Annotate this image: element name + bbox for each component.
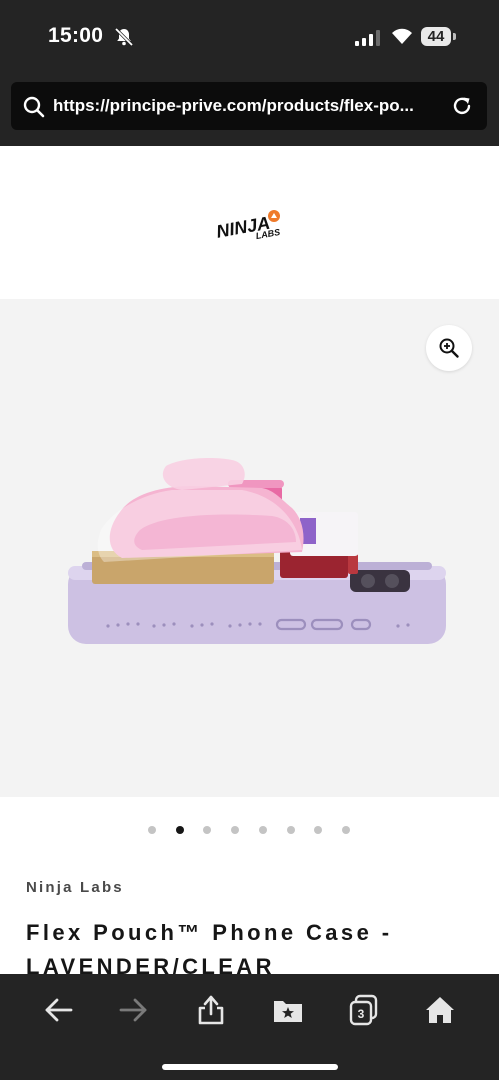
reload-icon[interactable] (451, 95, 473, 117)
carousel-dot[interactable] (231, 826, 239, 834)
search-icon (23, 96, 45, 118)
zoom-button[interactable] (426, 325, 472, 371)
browser-bottom-bar: 3 (0, 974, 499, 1080)
signal-icon (355, 30, 380, 46)
share-button[interactable] (193, 992, 229, 1028)
carousel-dot[interactable] (287, 826, 295, 834)
home-icon (426, 997, 454, 1023)
forward-icon (119, 998, 147, 1022)
carousel-dot[interactable] (314, 826, 322, 834)
site-header: NINJA LABS (0, 146, 499, 299)
bookmarks-icon (274, 1001, 302, 1022)
tabs-icon: 3 (349, 994, 378, 1026)
battery-cap (453, 33, 456, 40)
ninja-labs-logo[interactable]: NINJA LABS (214, 202, 286, 244)
forward-button[interactable] (116, 992, 152, 1028)
address-bar[interactable]: https://principe-prive.com/products/flex… (11, 82, 487, 130)
carousel-dots (0, 826, 499, 838)
back-icon (45, 998, 73, 1022)
status-bar: 15:00 44 (0, 0, 499, 78)
carousel-dot[interactable] (259, 826, 267, 834)
browser-toolbar: https://principe-prive.com/products/flex… (0, 78, 499, 146)
bookmarks-button[interactable] (270, 992, 306, 1028)
share-icon (198, 995, 224, 1025)
zoom-in-icon (439, 338, 459, 358)
product-gallery[interactable] (0, 299, 499, 797)
home-button[interactable] (422, 992, 458, 1028)
product-image (68, 458, 446, 644)
status-time: 15:00 (48, 24, 104, 47)
carousel-dot[interactable] (148, 826, 156, 834)
battery-icon: 44 (421, 27, 451, 46)
home-indicator[interactable] (162, 1064, 338, 1070)
tab-count: 3 (358, 1007, 365, 1021)
bell-off-icon (114, 27, 134, 47)
product-vendor[interactable]: Ninja Labs (26, 879, 124, 896)
url-text[interactable]: https://principe-prive.com/products/flex… (53, 82, 445, 130)
carousel-dot[interactable] (342, 826, 350, 834)
wifi-icon (392, 28, 412, 44)
carousel-dot[interactable] (203, 826, 211, 834)
carousel-dot-active[interactable] (176, 826, 184, 834)
back-button[interactable] (40, 992, 76, 1028)
tabs-button[interactable]: 3 (346, 992, 382, 1028)
